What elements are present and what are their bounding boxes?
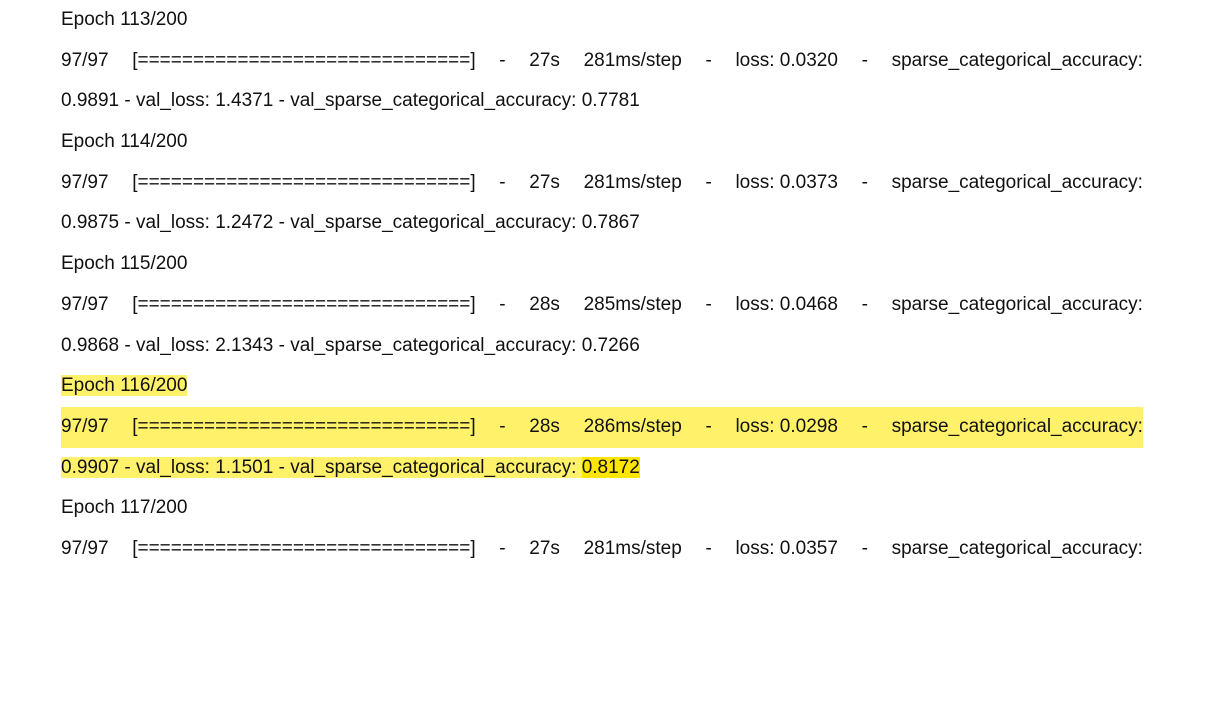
separator: - xyxy=(861,293,868,315)
progress-bar: [==============================] xyxy=(132,171,476,193)
time-per-step: 281ms/step xyxy=(583,171,682,193)
step-count: 97/97 xyxy=(61,415,109,437)
elapsed-time: 27s xyxy=(529,49,560,71)
separator: - xyxy=(705,171,712,193)
time-per-step: 285ms/step xyxy=(583,293,682,315)
progress-line: 97/97 [==============================] -… xyxy=(61,41,1143,82)
elapsed-time: 28s xyxy=(529,293,560,315)
separator: - xyxy=(499,293,506,315)
separator: - xyxy=(499,415,506,437)
progress-bar: [==============================] xyxy=(132,415,476,437)
metrics-line: 0.9891 - val_loss: 1.4371 - val_sparse_c… xyxy=(61,81,1143,122)
separator: - xyxy=(861,537,868,559)
progress-line: 97/97 [==============================] -… xyxy=(61,285,1143,326)
separator: - xyxy=(705,293,712,315)
epoch-heading: Epoch 114/200 xyxy=(61,131,188,153)
epoch-heading: Epoch 115/200 xyxy=(61,253,188,275)
metrics-text: 0.9907 - val_loss: 1.1501 - val_sparse_c… xyxy=(61,456,582,478)
accuracy-label: sparse_categorical_accuracy: xyxy=(891,415,1143,437)
metrics-line: 0.9875 - val_loss: 1.2472 - val_sparse_c… xyxy=(61,203,1143,244)
separator: - xyxy=(499,537,506,559)
separator: - xyxy=(705,49,712,71)
loss-value: loss: 0.0357 xyxy=(735,537,838,559)
separator: - xyxy=(861,49,868,71)
progress-line-highlighted: 97/97 [==============================] -… xyxy=(61,406,1143,448)
elapsed-time: 28s xyxy=(529,415,560,437)
time-per-step: 281ms/step xyxy=(583,49,682,71)
step-count: 97/97 xyxy=(61,49,109,71)
progress-bar: [==============================] xyxy=(132,537,476,559)
elapsed-time: 27s xyxy=(529,171,560,193)
separator: - xyxy=(861,415,868,437)
time-per-step: 281ms/step xyxy=(583,537,682,559)
separator: - xyxy=(499,171,506,193)
loss-value: loss: 0.0373 xyxy=(735,171,838,193)
progress-line: 97/97 [==============================] -… xyxy=(61,163,1143,204)
separator: - xyxy=(499,49,506,71)
metrics-text: 0.9868 - val_loss: 2.1343 - val_sparse_c… xyxy=(61,334,582,356)
metrics-line-highlighted: 0.9907 - val_loss: 1.1501 - val_sparse_c… xyxy=(61,448,1143,489)
val-accuracy-value: 0.7781 xyxy=(581,90,640,112)
val-accuracy-value: 0.7266 xyxy=(581,334,640,356)
epoch-heading: Epoch 113/200 xyxy=(61,9,188,30)
epoch-heading: Epoch 117/200 xyxy=(61,497,188,519)
progress-bar: [==============================] xyxy=(132,293,476,315)
val-accuracy-value: 0.7867 xyxy=(581,212,640,234)
separator: - xyxy=(705,537,712,559)
accuracy-label: sparse_categorical_accuracy: xyxy=(891,171,1143,193)
elapsed-time: 27s xyxy=(529,537,560,559)
step-count: 97/97 xyxy=(61,537,109,559)
loss-value: loss: 0.0320 xyxy=(735,49,838,71)
separator: - xyxy=(861,171,868,193)
separator: - xyxy=(705,415,712,437)
accuracy-label: sparse_categorical_accuracy: xyxy=(891,537,1143,559)
epoch-heading-highlighted: Epoch 116/200 xyxy=(61,375,188,397)
loss-value: loss: 0.0298 xyxy=(735,415,838,437)
time-per-step: 286ms/step xyxy=(583,415,682,437)
step-count: 97/97 xyxy=(61,293,109,315)
loss-value: loss: 0.0468 xyxy=(735,293,838,315)
progress-bar: [==============================] xyxy=(132,49,476,71)
accuracy-label: sparse_categorical_accuracy: xyxy=(891,293,1143,315)
progress-line: 97/97 [==============================] -… xyxy=(61,529,1143,570)
metrics-text: 0.9891 - val_loss: 1.4371 - val_sparse_c… xyxy=(61,90,582,112)
metrics-text: 0.9875 - val_loss: 1.2472 - val_sparse_c… xyxy=(61,212,582,234)
training-log: Epoch 113/200 97/97 [===================… xyxy=(61,0,1143,570)
step-count: 97/97 xyxy=(61,171,109,193)
accuracy-label: sparse_categorical_accuracy: xyxy=(891,49,1143,71)
val-accuracy-value-highlighted: 0.8172 xyxy=(581,456,640,478)
metrics-line: 0.9868 - val_loss: 2.1343 - val_sparse_c… xyxy=(61,326,1143,367)
